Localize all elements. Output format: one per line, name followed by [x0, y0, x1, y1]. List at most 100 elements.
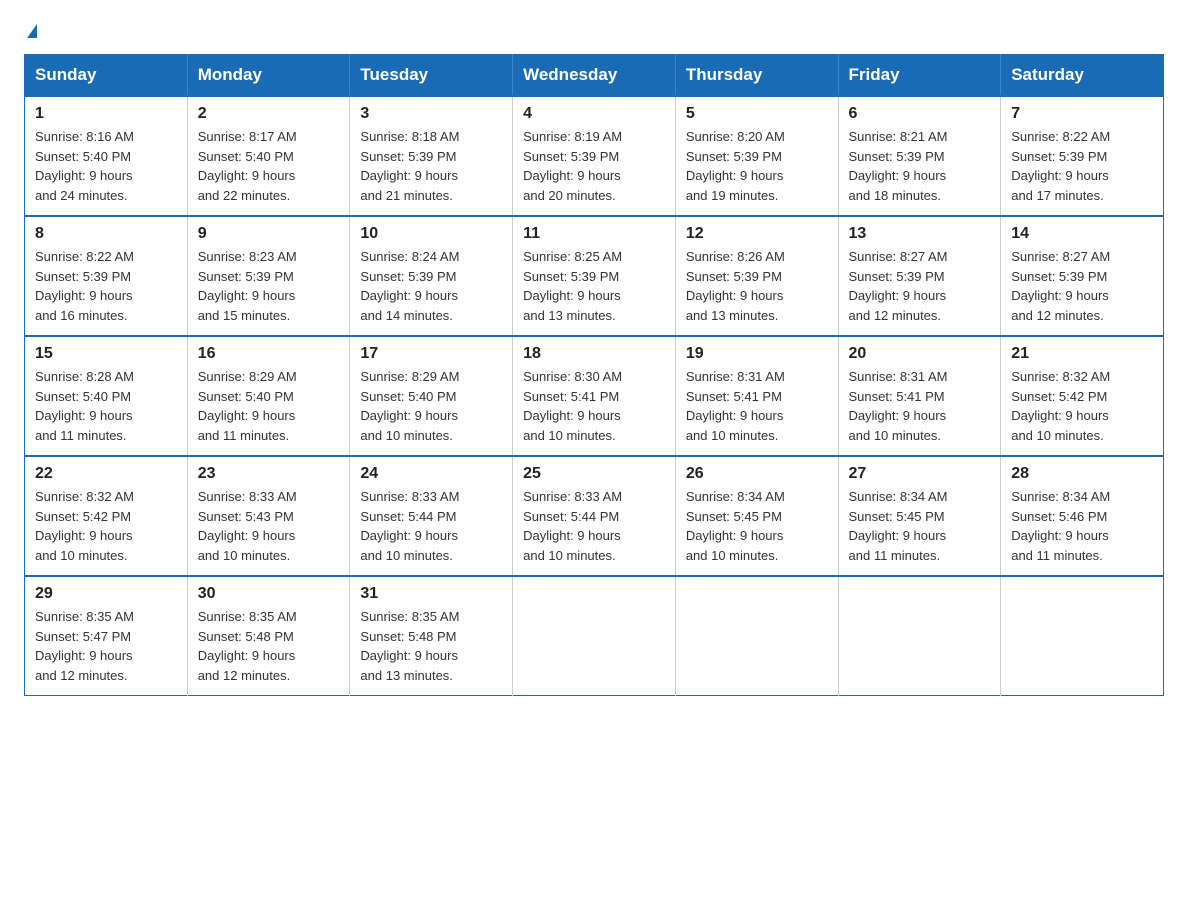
day-number: 5	[686, 105, 828, 123]
day-number: 2	[198, 105, 340, 123]
day-info: Sunrise: 8:34 AM Sunset: 5:45 PM Dayligh…	[849, 487, 991, 565]
day-number: 13	[849, 225, 991, 243]
day-number: 11	[523, 225, 665, 243]
header-tuesday: Tuesday	[350, 55, 513, 97]
header-friday: Friday	[838, 55, 1001, 97]
day-info: Sunrise: 8:25 AM Sunset: 5:39 PM Dayligh…	[523, 247, 665, 325]
day-number: 17	[360, 345, 502, 363]
logo	[24, 24, 37, 38]
day-info: Sunrise: 8:31 AM Sunset: 5:41 PM Dayligh…	[849, 367, 991, 445]
header-thursday: Thursday	[675, 55, 838, 97]
calendar-cell: 19 Sunrise: 8:31 AM Sunset: 5:41 PM Dayl…	[675, 336, 838, 456]
calendar-cell: 12 Sunrise: 8:26 AM Sunset: 5:39 PM Dayl…	[675, 216, 838, 336]
week-row-3: 15 Sunrise: 8:28 AM Sunset: 5:40 PM Dayl…	[25, 336, 1164, 456]
day-info: Sunrise: 8:27 AM Sunset: 5:39 PM Dayligh…	[1011, 247, 1153, 325]
day-number: 23	[198, 465, 340, 483]
header-monday: Monday	[187, 55, 350, 97]
calendar-cell: 29 Sunrise: 8:35 AM Sunset: 5:47 PM Dayl…	[25, 576, 188, 696]
day-number: 30	[198, 585, 340, 603]
day-number: 28	[1011, 465, 1153, 483]
day-info: Sunrise: 8:34 AM Sunset: 5:46 PM Dayligh…	[1011, 487, 1153, 565]
day-number: 10	[360, 225, 502, 243]
day-info: Sunrise: 8:32 AM Sunset: 5:42 PM Dayligh…	[1011, 367, 1153, 445]
day-info: Sunrise: 8:23 AM Sunset: 5:39 PM Dayligh…	[198, 247, 340, 325]
calendar-cell: 18 Sunrise: 8:30 AM Sunset: 5:41 PM Dayl…	[513, 336, 676, 456]
day-info: Sunrise: 8:31 AM Sunset: 5:41 PM Dayligh…	[686, 367, 828, 445]
calendar-cell: 20 Sunrise: 8:31 AM Sunset: 5:41 PM Dayl…	[838, 336, 1001, 456]
calendar-body: 1 Sunrise: 8:16 AM Sunset: 5:40 PM Dayli…	[25, 96, 1164, 696]
header-sunday: Sunday	[25, 55, 188, 97]
day-info: Sunrise: 8:19 AM Sunset: 5:39 PM Dayligh…	[523, 127, 665, 205]
day-info: Sunrise: 8:20 AM Sunset: 5:39 PM Dayligh…	[686, 127, 828, 205]
calendar-cell: 3 Sunrise: 8:18 AM Sunset: 5:39 PM Dayli…	[350, 96, 513, 216]
day-info: Sunrise: 8:34 AM Sunset: 5:45 PM Dayligh…	[686, 487, 828, 565]
calendar-cell	[838, 576, 1001, 696]
day-info: Sunrise: 8:30 AM Sunset: 5:41 PM Dayligh…	[523, 367, 665, 445]
calendar-header: SundayMondayTuesdayWednesdayThursdayFrid…	[25, 55, 1164, 97]
day-info: Sunrise: 8:33 AM Sunset: 5:43 PM Dayligh…	[198, 487, 340, 565]
calendar-cell: 26 Sunrise: 8:34 AM Sunset: 5:45 PM Dayl…	[675, 456, 838, 576]
logo-triangle-icon	[27, 24, 37, 38]
calendar-cell	[1001, 576, 1164, 696]
day-number: 14	[1011, 225, 1153, 243]
day-number: 26	[686, 465, 828, 483]
calendar-cell: 15 Sunrise: 8:28 AM Sunset: 5:40 PM Dayl…	[25, 336, 188, 456]
calendar-cell: 2 Sunrise: 8:17 AM Sunset: 5:40 PM Dayli…	[187, 96, 350, 216]
header-saturday: Saturday	[1001, 55, 1164, 97]
calendar-cell: 1 Sunrise: 8:16 AM Sunset: 5:40 PM Dayli…	[25, 96, 188, 216]
week-row-5: 29 Sunrise: 8:35 AM Sunset: 5:47 PM Dayl…	[25, 576, 1164, 696]
day-info: Sunrise: 8:27 AM Sunset: 5:39 PM Dayligh…	[849, 247, 991, 325]
day-info: Sunrise: 8:33 AM Sunset: 5:44 PM Dayligh…	[360, 487, 502, 565]
day-info: Sunrise: 8:22 AM Sunset: 5:39 PM Dayligh…	[35, 247, 177, 325]
day-number: 20	[849, 345, 991, 363]
day-number: 29	[35, 585, 177, 603]
day-info: Sunrise: 8:26 AM Sunset: 5:39 PM Dayligh…	[686, 247, 828, 325]
week-row-1: 1 Sunrise: 8:16 AM Sunset: 5:40 PM Dayli…	[25, 96, 1164, 216]
day-number: 19	[686, 345, 828, 363]
day-number: 3	[360, 105, 502, 123]
day-info: Sunrise: 8:18 AM Sunset: 5:39 PM Dayligh…	[360, 127, 502, 205]
day-info: Sunrise: 8:17 AM Sunset: 5:40 PM Dayligh…	[198, 127, 340, 205]
calendar-cell: 5 Sunrise: 8:20 AM Sunset: 5:39 PM Dayli…	[675, 96, 838, 216]
calendar-cell: 22 Sunrise: 8:32 AM Sunset: 5:42 PM Dayl…	[25, 456, 188, 576]
day-info: Sunrise: 8:29 AM Sunset: 5:40 PM Dayligh…	[198, 367, 340, 445]
day-info: Sunrise: 8:16 AM Sunset: 5:40 PM Dayligh…	[35, 127, 177, 205]
day-number: 4	[523, 105, 665, 123]
calendar-cell: 30 Sunrise: 8:35 AM Sunset: 5:48 PM Dayl…	[187, 576, 350, 696]
day-number: 8	[35, 225, 177, 243]
calendar-cell: 25 Sunrise: 8:33 AM Sunset: 5:44 PM Dayl…	[513, 456, 676, 576]
calendar-cell: 17 Sunrise: 8:29 AM Sunset: 5:40 PM Dayl…	[350, 336, 513, 456]
calendar-cell	[675, 576, 838, 696]
calendar-cell	[513, 576, 676, 696]
day-number: 18	[523, 345, 665, 363]
calendar-cell: 8 Sunrise: 8:22 AM Sunset: 5:39 PM Dayli…	[25, 216, 188, 336]
calendar-cell: 13 Sunrise: 8:27 AM Sunset: 5:39 PM Dayl…	[838, 216, 1001, 336]
day-info: Sunrise: 8:35 AM Sunset: 5:47 PM Dayligh…	[35, 607, 177, 685]
calendar-cell: 4 Sunrise: 8:19 AM Sunset: 5:39 PM Dayli…	[513, 96, 676, 216]
calendar-cell: 10 Sunrise: 8:24 AM Sunset: 5:39 PM Dayl…	[350, 216, 513, 336]
day-info: Sunrise: 8:35 AM Sunset: 5:48 PM Dayligh…	[360, 607, 502, 685]
calendar-cell: 23 Sunrise: 8:33 AM Sunset: 5:43 PM Dayl…	[187, 456, 350, 576]
day-number: 12	[686, 225, 828, 243]
day-info: Sunrise: 8:21 AM Sunset: 5:39 PM Dayligh…	[849, 127, 991, 205]
day-info: Sunrise: 8:32 AM Sunset: 5:42 PM Dayligh…	[35, 487, 177, 565]
day-info: Sunrise: 8:29 AM Sunset: 5:40 PM Dayligh…	[360, 367, 502, 445]
page-header	[24, 24, 1164, 38]
day-number: 16	[198, 345, 340, 363]
day-number: 31	[360, 585, 502, 603]
day-info: Sunrise: 8:22 AM Sunset: 5:39 PM Dayligh…	[1011, 127, 1153, 205]
calendar-cell: 28 Sunrise: 8:34 AM Sunset: 5:46 PM Dayl…	[1001, 456, 1164, 576]
day-info: Sunrise: 8:33 AM Sunset: 5:44 PM Dayligh…	[523, 487, 665, 565]
day-number: 15	[35, 345, 177, 363]
calendar-cell: 27 Sunrise: 8:34 AM Sunset: 5:45 PM Dayl…	[838, 456, 1001, 576]
day-number: 24	[360, 465, 502, 483]
day-number: 25	[523, 465, 665, 483]
day-number: 21	[1011, 345, 1153, 363]
week-row-2: 8 Sunrise: 8:22 AM Sunset: 5:39 PM Dayli…	[25, 216, 1164, 336]
calendar-table: SundayMondayTuesdayWednesdayThursdayFrid…	[24, 54, 1164, 696]
calendar-cell: 7 Sunrise: 8:22 AM Sunset: 5:39 PM Dayli…	[1001, 96, 1164, 216]
calendar-cell: 24 Sunrise: 8:33 AM Sunset: 5:44 PM Dayl…	[350, 456, 513, 576]
calendar-cell: 31 Sunrise: 8:35 AM Sunset: 5:48 PM Dayl…	[350, 576, 513, 696]
day-info: Sunrise: 8:24 AM Sunset: 5:39 PM Dayligh…	[360, 247, 502, 325]
day-info: Sunrise: 8:28 AM Sunset: 5:40 PM Dayligh…	[35, 367, 177, 445]
